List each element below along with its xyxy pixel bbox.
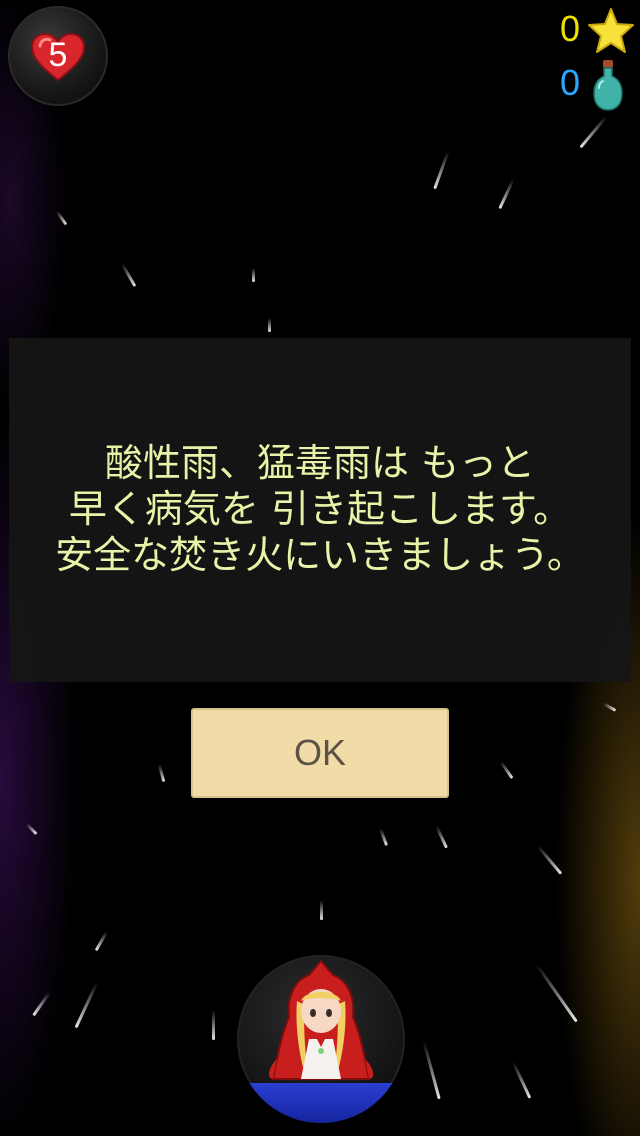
potion-counter: 0	[540, 58, 640, 111]
dialog-line: 安全な焚き火にいきましょう。	[55, 533, 585, 577]
dialog-line: 酸性雨、猛毒雨は もっと	[104, 441, 536, 485]
rain-streak	[268, 318, 271, 332]
rain-streak	[320, 900, 323, 920]
potion-bottle-icon	[593, 60, 623, 111]
rain-streak	[212, 1010, 215, 1040]
star-count: 0	[559, 8, 580, 49]
star-counter: 0	[540, 4, 640, 54]
character-avatar[interactable]	[237, 955, 405, 1123]
dialog-message: 酸性雨、猛毒雨は もっと 早く病気を 引き起こします。 安全な焚き火にいきましょ…	[9, 440, 631, 578]
star-icon	[588, 8, 634, 53]
message-dialog: 酸性雨、猛毒雨は もっと 早く病気を 引き起こします。 安全な焚き火にいきましょ…	[9, 338, 631, 682]
lives-counter: 5	[8, 6, 108, 106]
rain-streak	[252, 268, 255, 282]
potion-count: 0	[559, 62, 580, 103]
dialog-line: 早く病気を 引き起こします。	[68, 487, 572, 531]
ok-button[interactable]: OK	[191, 708, 449, 798]
red-riding-hood	[268, 959, 374, 1080]
lives-count: 5	[48, 36, 68, 74]
